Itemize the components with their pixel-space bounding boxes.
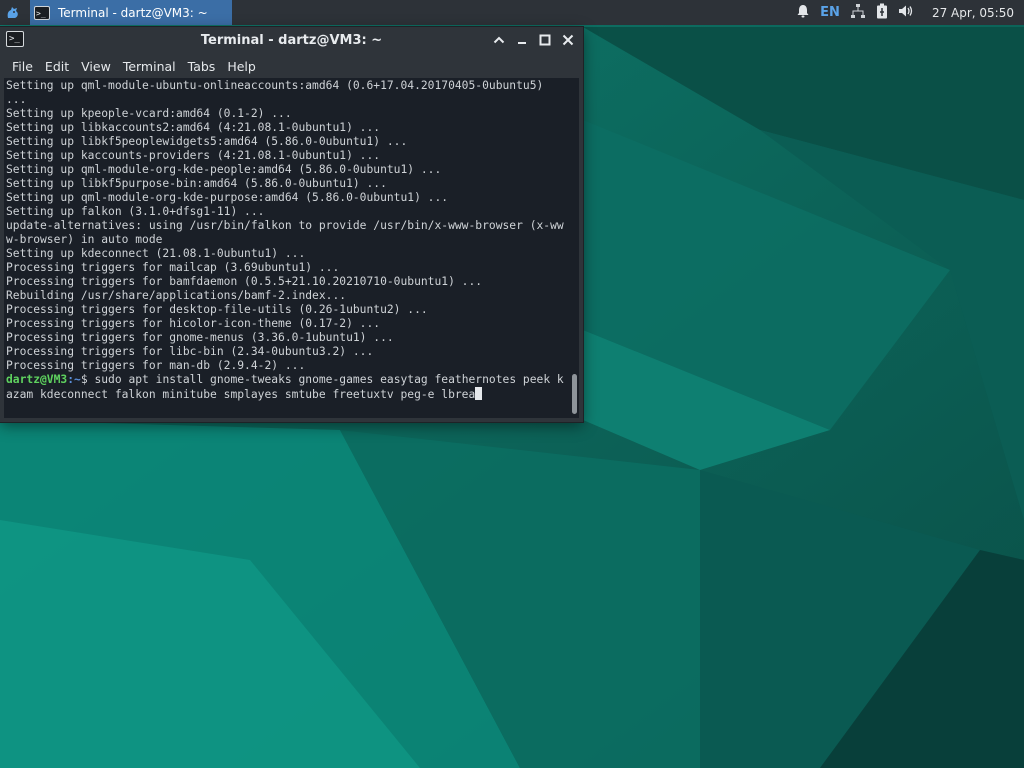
window-titlebar[interactable]: >_ Terminal - dartz@VM3: ~ [0, 27, 583, 54]
system-tray: EN 27 Apr, 05:50 [796, 0, 1024, 25]
terminal-output-area[interactable]: Setting up qml-module-ubuntu-onlineaccou… [4, 78, 579, 418]
terminal-text: Setting up qml-module-ubuntu-onlineaccou… [6, 79, 568, 402]
notification-bell-icon[interactable] [796, 4, 810, 21]
whisker-menu-icon [7, 6, 18, 18]
menu-file[interactable]: File [6, 59, 39, 74]
volume-icon[interactable] [898, 4, 914, 21]
terminal-window: >_ Terminal - dartz@VM3: ~ File Edit Vie… [0, 27, 583, 422]
battery-icon[interactable] [876, 3, 888, 22]
top-panel: >_ Terminal - dartz@VM3: ~ EN 27 Apr, 05… [0, 0, 1024, 25]
prompt-symbol: $ [80, 373, 95, 386]
close-icon[interactable] [560, 32, 576, 48]
text-cursor [475, 387, 483, 400]
network-icon[interactable] [850, 3, 866, 22]
taskbar-item-label: Terminal - dartz@VM3: ~ [58, 5, 208, 20]
prompt-user: dartz@VM3 [6, 373, 68, 386]
taskbar-item-terminal[interactable]: >_ Terminal - dartz@VM3: ~ [30, 0, 232, 25]
menu-edit[interactable]: Edit [39, 59, 75, 74]
whisker-menu-button[interactable] [0, 0, 26, 25]
minimize-icon[interactable] [514, 32, 530, 48]
menu-bar: File Edit View Terminal Tabs Help [0, 54, 583, 78]
scrollbar[interactable] [572, 374, 577, 414]
terminal-icon: >_ [34, 5, 50, 20]
keyboard-layout-indicator[interactable]: EN [820, 5, 840, 20]
maximize-icon[interactable] [537, 32, 553, 48]
menu-terminal[interactable]: Terminal [117, 59, 182, 74]
clock[interactable]: 27 Apr, 05:50 [932, 6, 1014, 20]
chevron-up-icon[interactable] [491, 32, 507, 48]
prompt-path: :~ [67, 373, 81, 386]
menu-help[interactable]: Help [221, 59, 262, 74]
menu-view[interactable]: View [75, 59, 117, 74]
terminal-output: Setting up qml-module-ubuntu-onlineaccou… [6, 79, 564, 372]
menu-tabs[interactable]: Tabs [182, 59, 222, 74]
